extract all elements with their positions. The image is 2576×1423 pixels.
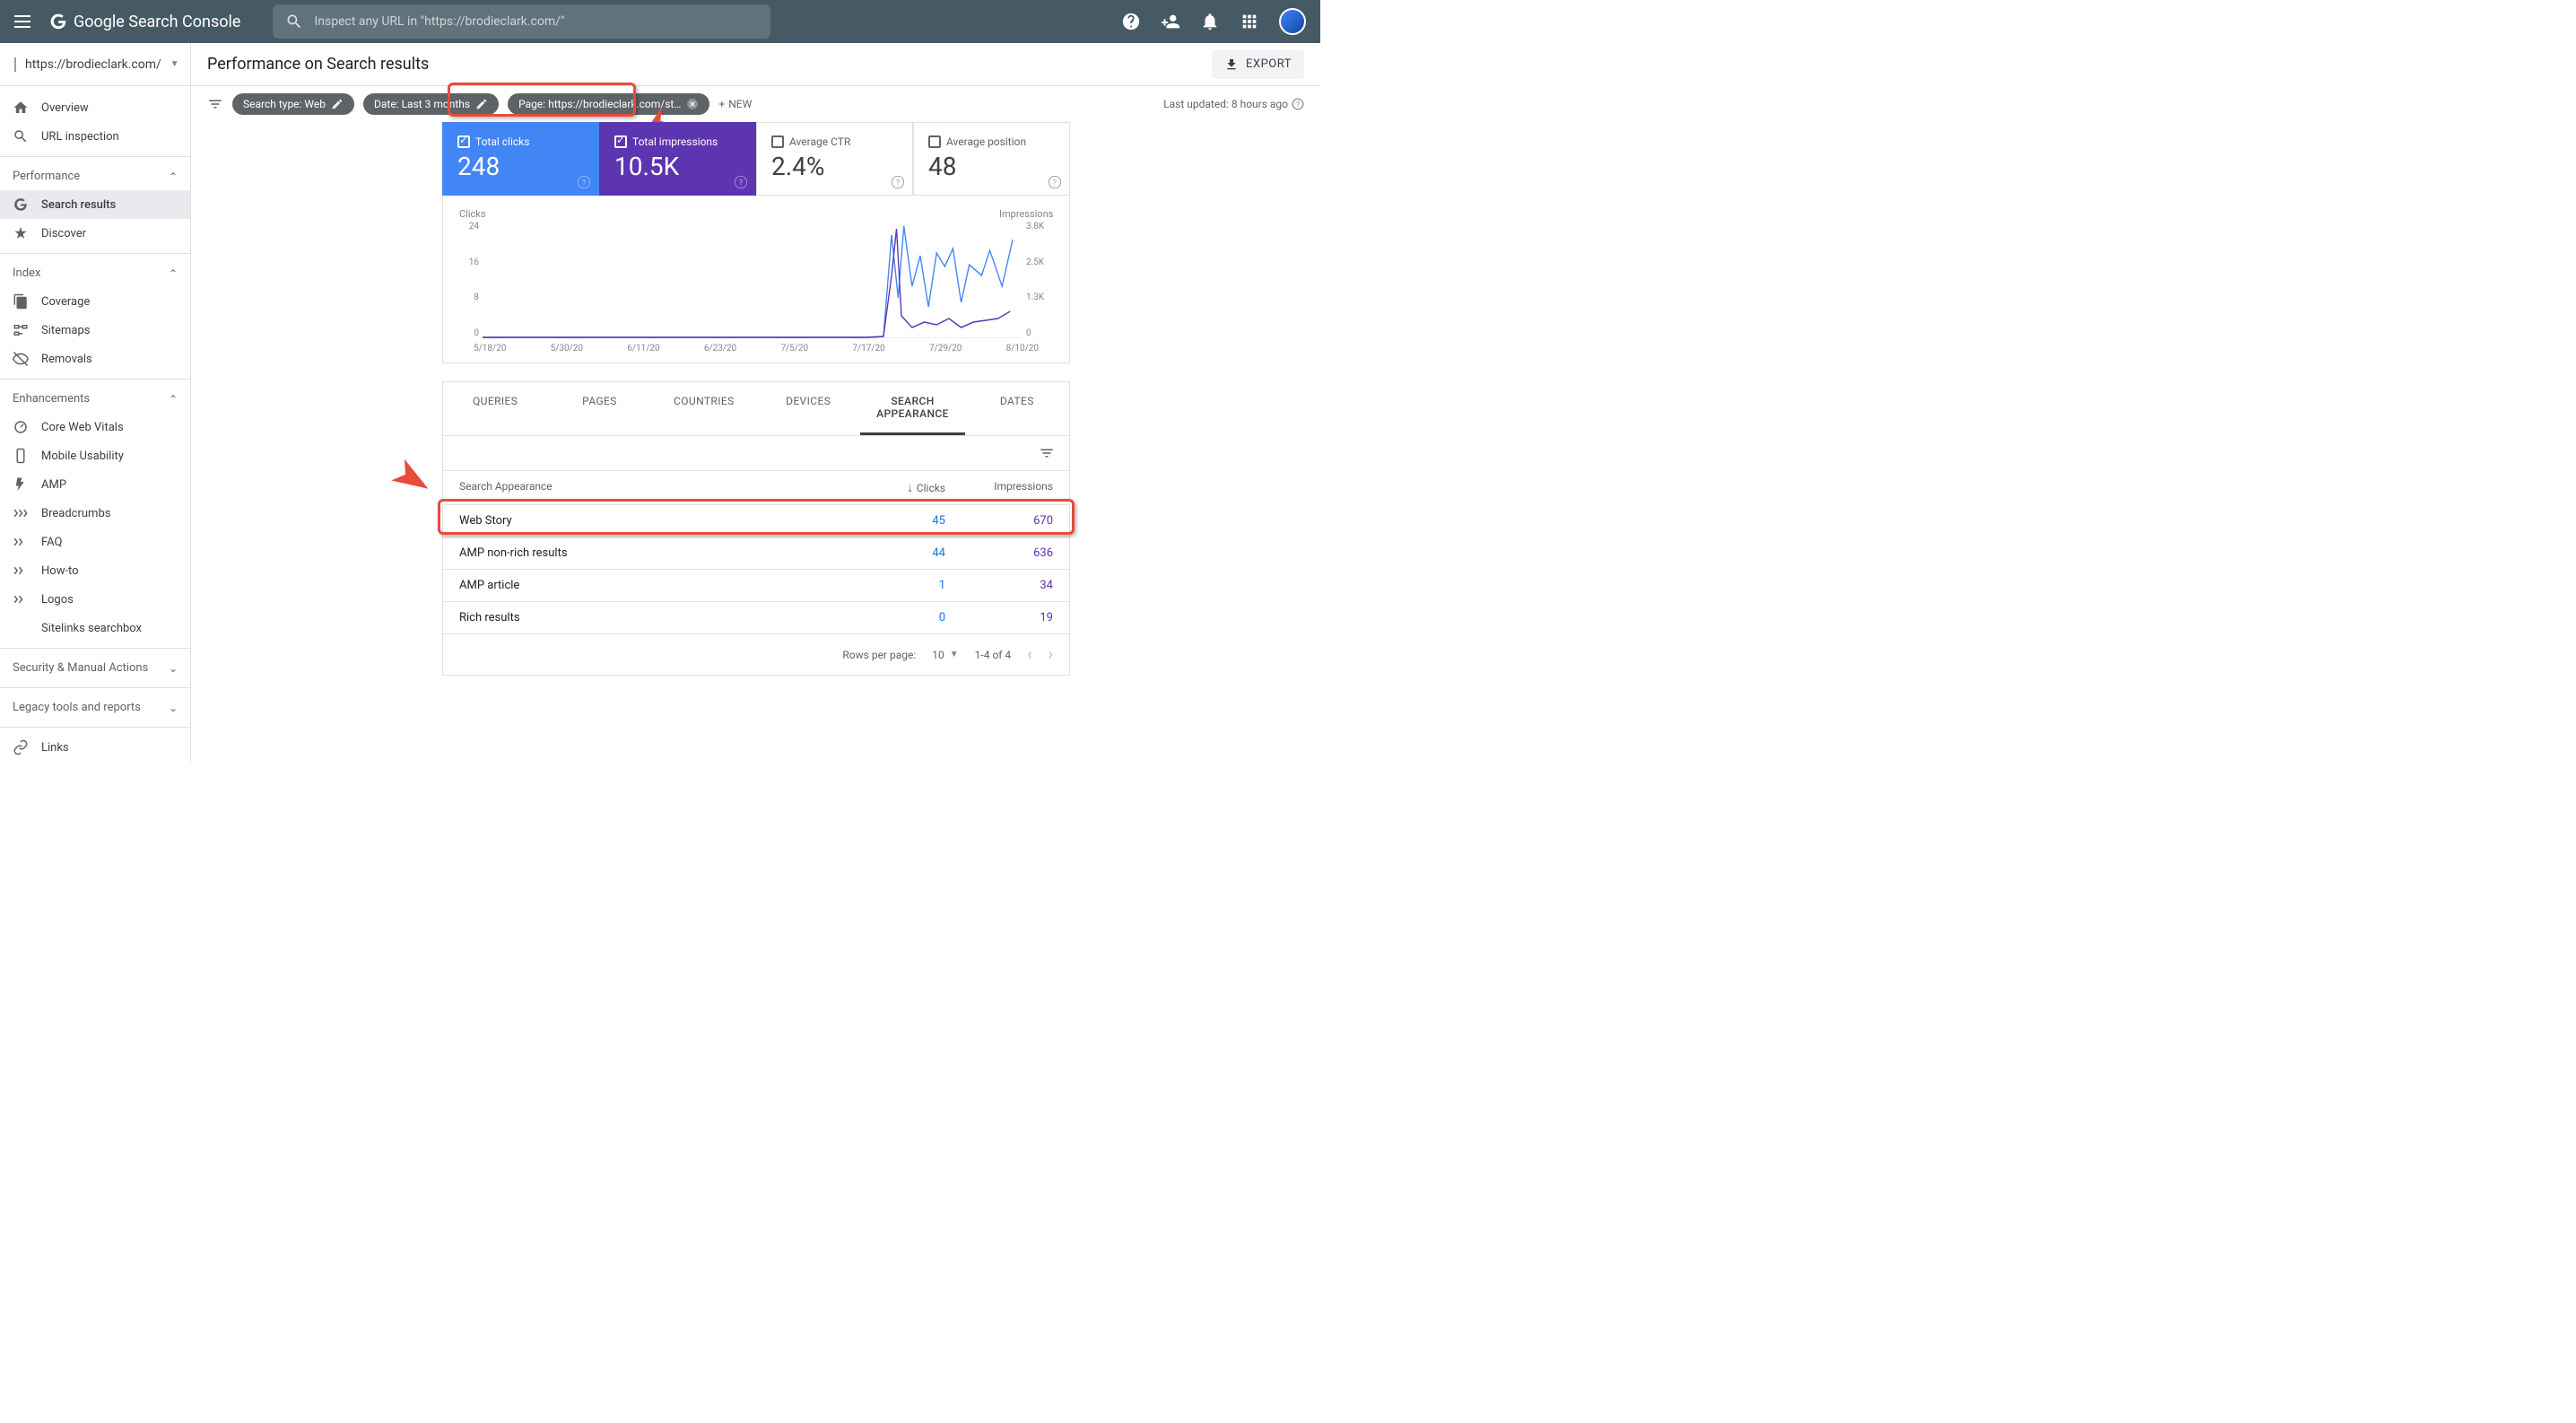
metric-avg-position[interactable]: Average position 48 ?	[913, 122, 1070, 196]
help-icon[interactable]	[1121, 12, 1141, 31]
help-icon[interactable]: ?	[577, 175, 591, 189]
nav-cwv[interactable]: Core Web Vitals	[0, 413, 190, 441]
tab-pages[interactable]: PAGES	[547, 382, 651, 435]
user-add-icon[interactable]	[1161, 12, 1180, 31]
table-header: Search Appearance ↓ Clicks Impressions	[443, 470, 1069, 504]
svg-text:?: ?	[1053, 178, 1057, 188]
nav-amp[interactable]: AMP	[0, 470, 190, 499]
nav-section-index[interactable]: Index⌃	[0, 259, 190, 287]
nav-faq[interactable]: FAQ	[0, 528, 190, 556]
prev-page-button[interactable]: ‹	[1027, 645, 1031, 664]
chevron-down-icon: ▼	[170, 59, 179, 69]
url-inspect-search[interactable]: Inspect any URL in "https://brodieclark.…	[273, 4, 770, 39]
property-selector[interactable]: https://brodieclark.com/ ▼	[0, 43, 190, 86]
nav-url-inspection[interactable]: URL inspection	[0, 122, 190, 151]
annotation-arrow-2	[340, 424, 439, 509]
chip-date[interactable]: Date: Last 3 months	[363, 93, 499, 115]
nav-howto[interactable]: How-to	[0, 556, 190, 585]
tab-queries[interactable]: QUERIES	[443, 382, 547, 435]
table-row[interactable]: Rich results019	[443, 601, 1069, 633]
nav-sitelinks[interactable]: Sitelinks searchbox	[0, 614, 190, 642]
nav-links[interactable]: Links	[0, 733, 190, 762]
page-title: Performance on Search results	[207, 55, 429, 74]
nav-breadcrumbs[interactable]: Breadcrumbs	[0, 499, 190, 528]
metric-total-clicks[interactable]: Total clicks 248 ?	[442, 122, 599, 196]
nav-coverage[interactable]: Coverage	[0, 287, 190, 316]
tab-dates[interactable]: DATES	[965, 382, 1069, 435]
svg-text:?: ?	[582, 178, 587, 188]
nav-search-results[interactable]: Search results	[0, 190, 190, 219]
filter-icon[interactable]	[207, 96, 223, 112]
avatar[interactable]	[1279, 8, 1306, 35]
menu-icon[interactable]	[14, 11, 36, 32]
nav-section-performance[interactable]: Performance⌃	[0, 162, 190, 190]
nav-overview[interactable]: Overview	[0, 93, 190, 122]
metric-total-impressions[interactable]: Total impressions 10.5K ?	[599, 122, 756, 196]
nav-logos[interactable]: Logos	[0, 585, 190, 614]
last-updated: Last updated: 8 hours ago?	[1163, 98, 1304, 110]
apps-icon[interactable]	[1240, 12, 1259, 31]
nav-discover[interactable]: Discover	[0, 219, 190, 248]
svg-text:?: ?	[896, 178, 901, 188]
search-placeholder: Inspect any URL in "https://brodieclark.…	[314, 14, 564, 29]
help-icon[interactable]: ?	[891, 175, 905, 189]
svg-text:?: ?	[1296, 100, 1300, 109]
chip-search-type[interactable]: Search type: Web	[232, 93, 354, 115]
nav-section-enhancements[interactable]: Enhancements⌃	[0, 385, 190, 413]
table-row[interactable]: Web Story45670	[443, 504, 1069, 537]
next-page-button[interactable]: ›	[1049, 645, 1053, 664]
pagination-range: 1-4 of 4	[975, 649, 1012, 661]
nav-section-legacy[interactable]: Legacy tools and reports⌄	[0, 694, 190, 721]
table-filter-icon[interactable]	[1039, 445, 1055, 461]
chip-page-filter[interactable]: Page: https://brodieclark.com/st…	[508, 93, 709, 115]
help-icon[interactable]: ?	[734, 175, 748, 189]
add-filter[interactable]: + NEW	[718, 98, 752, 110]
export-button[interactable]: EXPORT	[1212, 50, 1304, 79]
app-logo: Google Search Console	[48, 12, 240, 31]
tab-devices[interactable]: DEVICES	[756, 382, 860, 435]
nav-section-security[interactable]: Security & Manual Actions⌄	[0, 654, 190, 682]
tab-countries[interactable]: COUNTRIES	[652, 382, 756, 435]
tab-search-appearance[interactable]: SEARCH APPEARANCE	[860, 382, 964, 435]
table-row[interactable]: AMP non-rich results44636	[443, 537, 1069, 569]
nav-mobile[interactable]: Mobile Usability	[0, 441, 190, 470]
rows-per-page-select[interactable]: 10 ▼	[932, 649, 958, 661]
performance-chart: Clicks Impressions 241680 3.8K2.5K1.3K0	[442, 196, 1070, 363]
bell-icon[interactable]	[1200, 12, 1220, 31]
close-icon	[686, 98, 699, 110]
app-title: Google Search Console	[74, 13, 240, 31]
help-icon[interactable]: ?	[1048, 175, 1062, 189]
metric-avg-ctr[interactable]: Average CTR 2.4% ?	[756, 122, 913, 196]
svg-text:?: ?	[739, 178, 744, 188]
nav-sitemaps[interactable]: Sitemaps	[0, 316, 190, 345]
nav-removals[interactable]: Removals	[0, 345, 190, 373]
table-row[interactable]: AMP article134	[443, 569, 1069, 601]
